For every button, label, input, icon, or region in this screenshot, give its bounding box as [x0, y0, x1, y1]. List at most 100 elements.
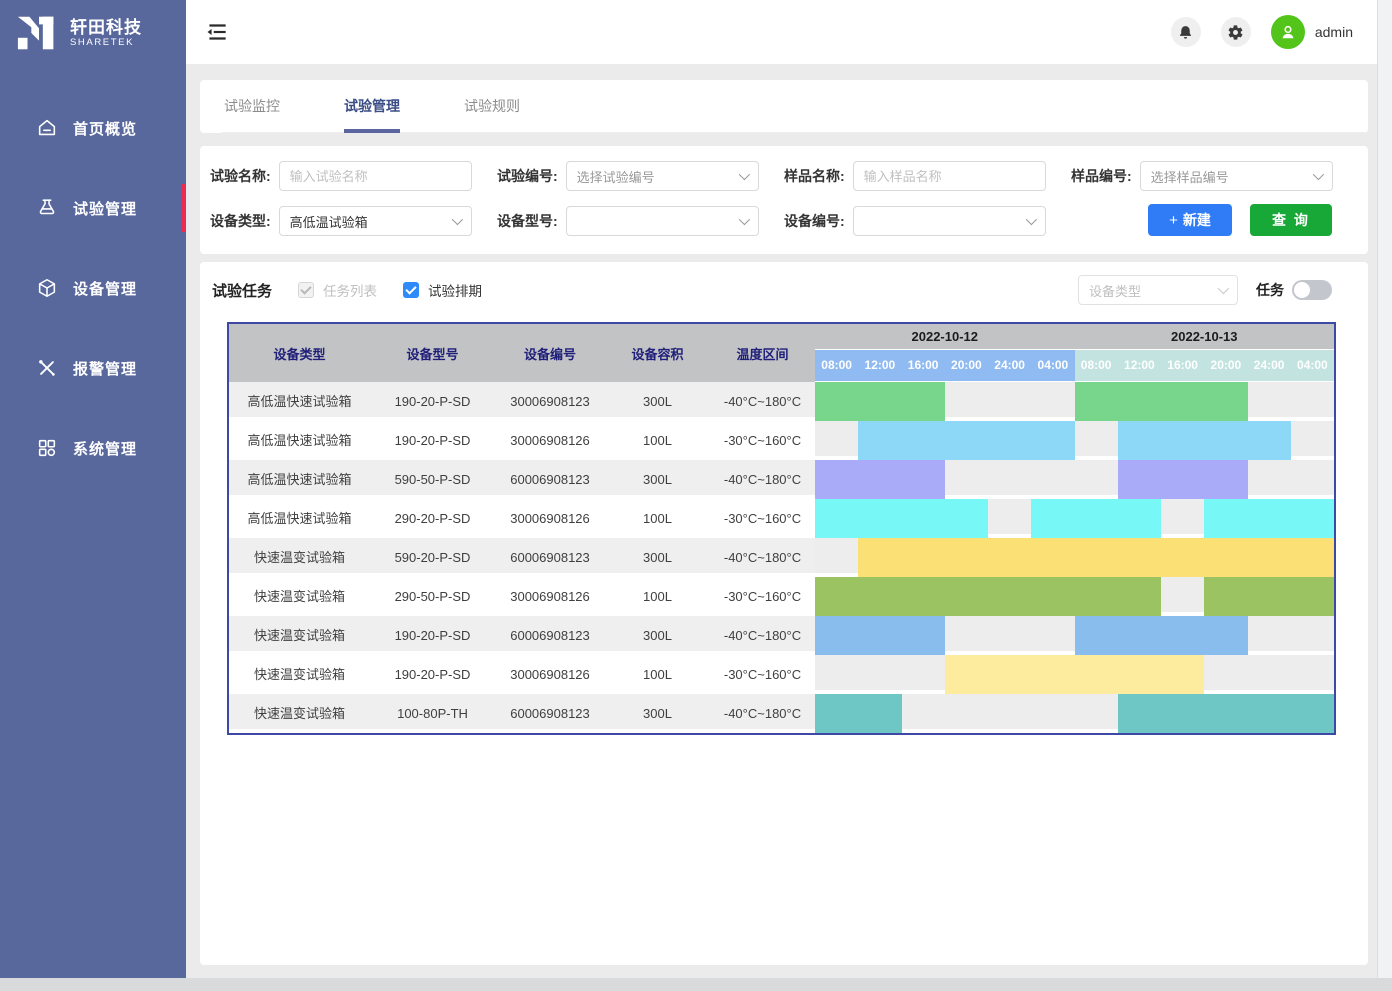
- gantt-bar[interactable]: [815, 499, 988, 538]
- table-row: 高低温快速试验箱 190-20-P-SD 30006908126 100L -3…: [229, 421, 1334, 460]
- cell-device-type: 高低温快速试验箱: [229, 499, 370, 538]
- cell-device-model: 190-20-P-SD: [370, 655, 495, 694]
- gantt-bar[interactable]: [945, 655, 1205, 694]
- toggle-label: 任务: [1256, 280, 1284, 300]
- gantt-lane: [815, 460, 1334, 499]
- col-header-device-model: 设备型号: [370, 344, 495, 363]
- field-label: 设备型号:: [497, 211, 558, 231]
- gantt-bar[interactable]: [815, 694, 902, 733]
- tab-试验规则[interactable]: 试验规则: [462, 80, 522, 132]
- sidebar-item-alarm[interactable]: 报警管理: [0, 344, 186, 392]
- select-input[interactable]: 选择样品编号: [1140, 161, 1333, 191]
- col-header-capacity: 设备容积: [605, 344, 710, 363]
- tasks-card: 试验任务 任务列表 试验排期 设备类型 任务: [200, 262, 1368, 965]
- gantt-bar[interactable]: [815, 616, 945, 655]
- topbar: admin: [186, 0, 1377, 64]
- gantt-lane: [815, 538, 1334, 577]
- cell-capacity: 300L: [605, 382, 710, 421]
- gantt-bar[interactable]: [1204, 499, 1334, 538]
- logo: 轩田科技 SHARETEK: [0, 0, 186, 66]
- gantt-bar[interactable]: [1118, 460, 1248, 499]
- user-icon: [1278, 22, 1298, 42]
- col-header-device-type: 设备类型: [229, 344, 370, 363]
- filter-field: 设备型号:: [497, 206, 784, 236]
- gantt-bar[interactable]: [1204, 577, 1334, 616]
- time-slot-label: 08:00: [815, 350, 858, 381]
- text-input[interactable]: [279, 161, 472, 191]
- checkbox-schedule: 试验排期: [403, 280, 482, 300]
- cell-device-number: 30006908126: [495, 655, 605, 694]
- main-area: admin 试验监控 试验管理 试验规则 试验名称: 试验编号: 选择试验编号 样品…: [186, 0, 1377, 978]
- cell-temp-range: -40°C~180°C: [710, 538, 815, 577]
- select-input[interactable]: [853, 206, 1046, 236]
- gantt-bar[interactable]: [1031, 499, 1161, 538]
- search-button[interactable]: 查 询: [1250, 204, 1332, 236]
- content: 试验监控 试验管理 试验规则 试验名称: 试验编号: 选择试验编号 样品名称: 样品…: [186, 64, 1377, 965]
- cell-device-type: 快速温变试验箱: [229, 694, 370, 733]
- time-row: 08:0012:0016:0020:0024:0004:0008:0012:00…: [815, 350, 1334, 381]
- logo-icon: [16, 13, 62, 53]
- table-row: 高低温快速试验箱 590-50-P-SD 60006908123 300L -4…: [229, 460, 1334, 499]
- gantt-bar[interactable]: [1118, 694, 1334, 733]
- gantt-bar[interactable]: [858, 421, 1074, 460]
- sidebar-item-system[interactable]: 系统管理: [0, 424, 186, 472]
- horizontal-scrollbar[interactable]: [0, 978, 1392, 991]
- timeline-header: 2022-10-12 2022-10-13 08:0012:0016:0020:…: [815, 324, 1334, 382]
- sidebar-item-test[interactable]: 试验管理: [0, 184, 186, 232]
- cell-capacity: 100L: [605, 421, 710, 460]
- tab-试验管理[interactable]: 试验管理: [342, 80, 402, 132]
- toggle-knob: [1294, 282, 1310, 298]
- tab-试验监控[interactable]: 试验监控: [222, 80, 282, 132]
- sidebar-item-label: 试验管理: [73, 198, 137, 219]
- device-type-select[interactable]: 设备类型: [1078, 275, 1238, 305]
- field-label: 试验名称:: [210, 166, 271, 186]
- sidebar-item-device[interactable]: 设备管理: [0, 264, 186, 312]
- tabs-card: 试验监控 试验管理 试验规则: [200, 80, 1368, 133]
- gantt-bar[interactable]: [858, 538, 1334, 577]
- field-label: 设备编号:: [784, 211, 845, 231]
- tools-icon: [36, 357, 58, 379]
- user-avatar[interactable]: [1271, 15, 1305, 49]
- tab-label: 试验规则: [464, 96, 520, 116]
- gantt-lane: [815, 694, 1334, 733]
- sidebar-item-home[interactable]: 首页概览: [0, 104, 186, 152]
- cell-device-model: 190-20-P-SD: [370, 382, 495, 421]
- cell-device-number: 60006908123: [495, 616, 605, 655]
- gantt-bar[interactable]: [815, 577, 1161, 616]
- settings-button[interactable]: [1221, 17, 1251, 47]
- select-value: 选择样品编号: [1151, 167, 1229, 186]
- time-slot-label: 04:00: [1031, 350, 1074, 381]
- gantt-bar[interactable]: [815, 460, 945, 499]
- sidebar: 轩田科技 SHARETEK 首页概览 试验管理 设备管理 报警管理 系统管理: [0, 0, 186, 978]
- table-row: 快速温变试验箱 190-20-P-SD 30006908126 100L -30…: [229, 655, 1334, 694]
- text-input[interactable]: [853, 161, 1046, 191]
- filter-row-1: 试验名称: 试验编号: 选择试验编号 样品名称: 样品编号: 选择样品编号: [210, 161, 1368, 191]
- gantt-bar[interactable]: [1075, 616, 1248, 655]
- task-header: 试验任务 任务列表 试验排期 设备类型 任务: [212, 275, 1356, 305]
- cell-device-number: 30006908126: [495, 421, 605, 460]
- select-input[interactable]: 高低温试验箱: [279, 206, 472, 236]
- table-row: 快速温变试验箱 190-20-P-SD 60006908123 300L -40…: [229, 616, 1334, 655]
- gantt-bar[interactable]: [1118, 421, 1291, 460]
- select-input[interactable]: [566, 206, 759, 236]
- vertical-scrollbar[interactable]: [1377, 0, 1392, 978]
- gantt-bar[interactable]: [815, 382, 945, 421]
- cell-temp-range: -40°C~180°C: [710, 616, 815, 655]
- tab-label: 试验监控: [224, 96, 280, 116]
- bell-icon: [1177, 24, 1194, 41]
- sidebar-item-label: 报警管理: [73, 358, 137, 379]
- cell-capacity: 300L: [605, 538, 710, 577]
- gear-icon: [1227, 24, 1244, 41]
- schedule-checkbox[interactable]: [403, 282, 419, 298]
- create-button[interactable]: +新建: [1148, 204, 1232, 236]
- collapse-menu-icon[interactable]: [204, 19, 230, 45]
- gantt-bar[interactable]: [1075, 382, 1248, 421]
- cell-device-type: 快速温变试验箱: [229, 577, 370, 616]
- chevron-down-icon: [738, 169, 749, 180]
- notifications-button[interactable]: [1171, 17, 1201, 47]
- select-input[interactable]: 选择试验编号: [566, 161, 759, 191]
- task-toggle[interactable]: [1292, 280, 1332, 300]
- sidebar-menu: 首页概览 试验管理 设备管理 报警管理 系统管理: [0, 104, 186, 472]
- cell-capacity: 300L: [605, 460, 710, 499]
- chevron-down-icon: [738, 214, 749, 225]
